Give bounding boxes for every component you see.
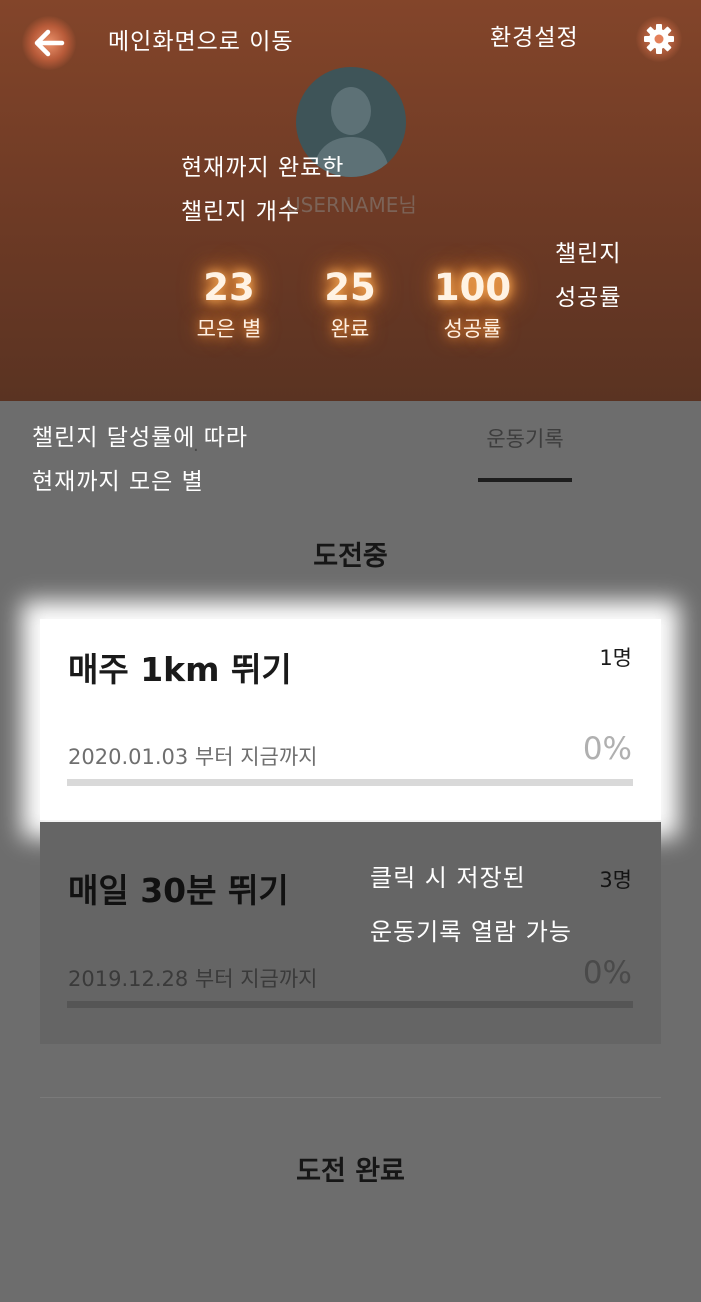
profile-header: 메인화면으로 이동 환경설정 USERNAME님 현재까지 완료한 챌린지 개수 [0,0,701,401]
challenge-period: 2020.01.03 부터 지금까지 [68,745,318,769]
stat-completed-value: 25 [324,266,376,309]
username-label: USERNAME님 [286,193,417,217]
participant-count: 3명 [599,868,632,892]
stat-stars-label: 모은 별 [196,317,262,341]
stat-completed: 25 완료 [310,266,390,344]
participant-count: 1명 [599,646,632,670]
progress-percent: 0% [582,955,632,991]
arrow-left-icon [34,29,65,57]
settings-hint: 환경설정 [490,25,579,51]
success-rate-hint-2: 성공률 [555,285,622,311]
stars-hint-2: 현재까지 모은 별 [32,469,204,495]
challenge-title: 매일 30분 뛰기 [68,871,289,910]
progress-bar [67,1001,633,1008]
stat-stars: 23 모은 별 [180,266,278,344]
ongoing-section-title: 도전중 [313,541,388,572]
completed-count-hint: 현재까지 완료한 [181,155,345,181]
completed-count-hint-2: 챌린지 개수 [181,199,301,225]
challenge-card[interactable]: 매주 1km 뛰기 1명 2020.01.03 부터 지금까지 0% [40,619,661,820]
stat-success-rate-value: 100 [433,266,512,309]
gear-icon [644,24,674,54]
back-hint: 메인화면으로 이동 [108,29,294,55]
section-divider [40,1097,661,1098]
progress-percent: 0% [582,731,632,767]
back-button[interactable] [22,16,76,70]
settings-button[interactable] [636,16,682,62]
record-hint-2: 운동기록 열람 가능 [370,918,572,946]
challenge-title: 매주 1km 뛰기 [68,650,292,689]
completed-section-title: 도전 완료 [296,1156,405,1187]
stat-success-rate: 100 성공률 [425,266,520,344]
stat-completed-label: 완료 [330,317,370,341]
record-hint: 클릭 시 저장된 [370,864,526,892]
progress-bar [67,779,633,786]
stat-success-rate-label: 성공률 [443,317,502,341]
challenge-period: 2019.12.28 부터 지금까지 [68,967,318,991]
tab-exercise-record[interactable]: 운동기록 [478,423,572,453]
success-rate-hint: 챌린지 [555,241,622,267]
tab-active-indicator [478,478,572,482]
stars-hint: 챌린지 달성률에 따라 [32,425,249,451]
stat-stars-value: 23 [203,266,255,309]
